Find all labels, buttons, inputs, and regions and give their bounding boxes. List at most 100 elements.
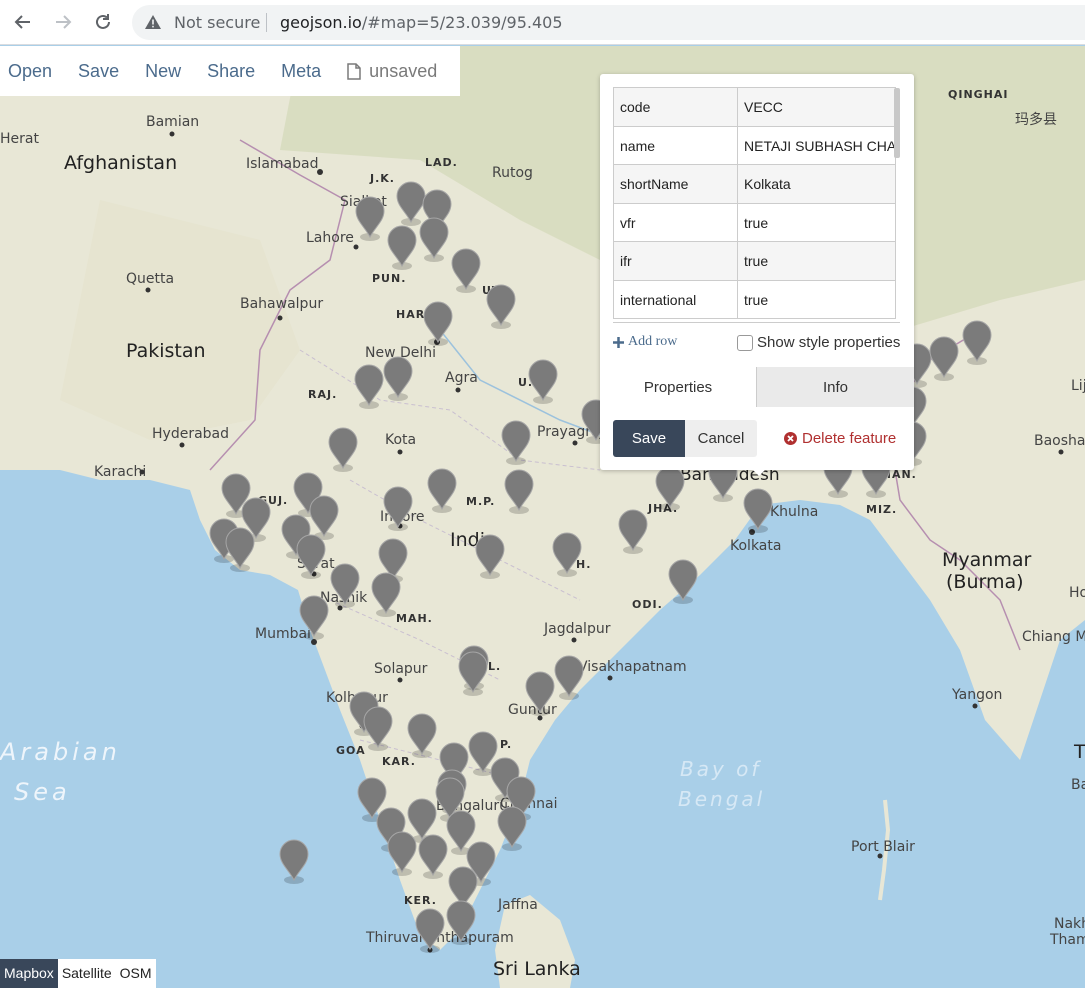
label-state-kar: KAR. [382, 755, 416, 768]
label-state-mp: M.P. [466, 495, 495, 508]
property-key-field[interactable]: vfr [613, 203, 738, 241]
popup-tip [749, 466, 769, 476]
label-city-kota: Kota [385, 432, 416, 448]
property-value-field[interactable]: true [738, 203, 896, 241]
address-bar[interactable]: Not secure geojson.io/#map=5/23.039/95.4… [132, 5, 1085, 40]
label-city-jaffna: Jaffna [497, 897, 538, 913]
property-row: ifr true [613, 242, 896, 281]
layer-mapbox[interactable]: Mapbox [0, 959, 58, 988]
reload-icon[interactable] [89, 8, 117, 36]
label-lij: Lij [1071, 378, 1085, 394]
add-row-label: Add row [628, 334, 678, 349]
properties-table-viewport[interactable]: codeVECCnameNETAJI SUBHASH CHANDRA BOSE … [613, 87, 896, 323]
save-button[interactable]: Save [78, 61, 119, 82]
label-state-ker: KER. [404, 894, 437, 907]
label-sea-arabian: Arabian [0, 738, 121, 766]
label-city-karachi: Karachi [94, 464, 146, 480]
properties-scrollbar[interactable] [894, 88, 900, 158]
property-row: shortName Kolkata [613, 165, 896, 204]
delete-feature-label: Delete feature [802, 430, 897, 447]
new-button[interactable]: New [145, 61, 181, 82]
label-state-raj: RAJ. [308, 388, 337, 401]
label-state-mah: MAH. [396, 612, 433, 625]
property-value-field[interactable]: Kolkata [738, 165, 896, 203]
table-divider [613, 322, 900, 323]
label-state-jk: J.K. [369, 172, 395, 185]
browser-chrome: Not secure geojson.io/#map=5/23.039/95.4… [0, 0, 1085, 45]
omnibox-separator [266, 13, 267, 32]
label-afghanistan: Afghanistan [64, 152, 177, 174]
share-button[interactable]: Share [207, 61, 255, 82]
label-city-rutog: Rutog [492, 165, 533, 181]
label-burma: (Burma) [946, 571, 1024, 593]
property-value-field[interactable]: NETAJI SUBHASH CHANDRA BOSE INTL [738, 126, 896, 164]
label-city-agra: Agra [445, 370, 478, 386]
property-key-field[interactable]: code [613, 88, 738, 126]
property-row: code VECC [613, 88, 896, 127]
label-city-bahawalpur: Bahawalpur [240, 296, 323, 312]
label-city-khulna: Khulna [770, 504, 818, 520]
layer-satellite[interactable]: Satellite [58, 959, 116, 988]
label-city-islamabad: Islamabad [246, 156, 318, 172]
label-city-yangon: Yangon [951, 687, 1002, 703]
label-state-miz: MIZ. [866, 503, 897, 516]
tab-info[interactable]: Info [756, 367, 914, 407]
meta-button[interactable]: Meta [281, 61, 321, 82]
property-key-field[interactable]: ifr [613, 242, 738, 280]
property-row: international true [613, 280, 896, 319]
label-t: T [1073, 741, 1085, 763]
file-icon [347, 62, 361, 80]
popup-tabs: Properties Info [600, 367, 914, 407]
label-state-lad: LAD. [425, 156, 458, 169]
tab-properties[interactable]: Properties [600, 367, 756, 407]
map-canvas[interactable]: Afghanistan Pakistan India Myanmar (Burm… [0, 46, 1085, 988]
properties-table: codeVECCnameNETAJI SUBHASH CHANDRA BOSE … [613, 87, 896, 319]
map-svg: Afghanistan Pakistan India Myanmar (Burm… [0, 46, 1085, 988]
show-style-toggle[interactable]: Show style properties [737, 334, 900, 351]
label-city-jagdalpur: Jagdalpur [543, 621, 611, 637]
label-city-herat: Herat [0, 131, 39, 147]
label-state-pun: PUN. [372, 272, 406, 285]
property-key-field[interactable]: name [613, 126, 738, 164]
property-key-field[interactable]: international [613, 280, 738, 318]
label-sri-lanka: Sri Lanka [493, 958, 581, 980]
popup-cancel-button[interactable]: Cancel [685, 420, 757, 457]
label-city-chiang-mai: Chiang Mai [1022, 629, 1085, 645]
delete-icon [784, 432, 797, 445]
property-value-field[interactable]: VECC [738, 88, 896, 126]
label-city-visakhapatnam: Visakhapatnam [578, 659, 687, 675]
forward-icon[interactable] [49, 8, 77, 36]
label-ho: Ho [1069, 585, 1085, 601]
label-bay-of: Bay of [680, 757, 761, 781]
label-state-odi: ODI. [632, 598, 663, 611]
label-city-lahore: Lahore [306, 230, 354, 246]
back-icon[interactable] [9, 8, 37, 36]
label-state-tl: L. [488, 660, 501, 673]
show-style-label: Show style properties [757, 334, 901, 351]
label-pakistan: Pakistan [126, 340, 206, 362]
label-sea-sea: Sea [14, 778, 71, 806]
layer-switcher: Mapbox Satellite OSM [0, 959, 156, 988]
security-label: Not secure [174, 13, 261, 32]
property-value-field[interactable]: true [738, 280, 896, 318]
layer-osm[interactable]: OSM [116, 959, 156, 988]
label-nakh: Nakh [1054, 916, 1085, 932]
label-state-ap: P. [500, 738, 512, 751]
label-city-bamian: Bamian [146, 114, 199, 130]
url-host: geojson.io [280, 13, 362, 32]
popup-save-button[interactable]: Save [613, 420, 685, 457]
add-row-button[interactable]: Add row [613, 334, 677, 350]
label-ba: Ba [1071, 777, 1085, 793]
label-city-mumbai: Mumbai [255, 626, 311, 642]
label-maduo: 玛多县 [1015, 111, 1057, 128]
label-myanmar: Myanmar [942, 549, 1031, 571]
delete-feature-button[interactable]: Delete feature [784, 430, 896, 447]
property-key-field[interactable]: shortName [613, 165, 738, 203]
top-toolbar: Open Save New Share Meta unsaved [0, 46, 460, 96]
open-button[interactable]: Open [8, 61, 52, 82]
show-style-checkbox[interactable] [737, 334, 753, 351]
property-value-field[interactable]: true [738, 242, 896, 280]
label-qinghai: QINGHAI [948, 88, 1009, 101]
label-city-quetta: Quetta [126, 271, 174, 287]
url-path: /#map=5/23.039/95.405 [361, 13, 563, 32]
